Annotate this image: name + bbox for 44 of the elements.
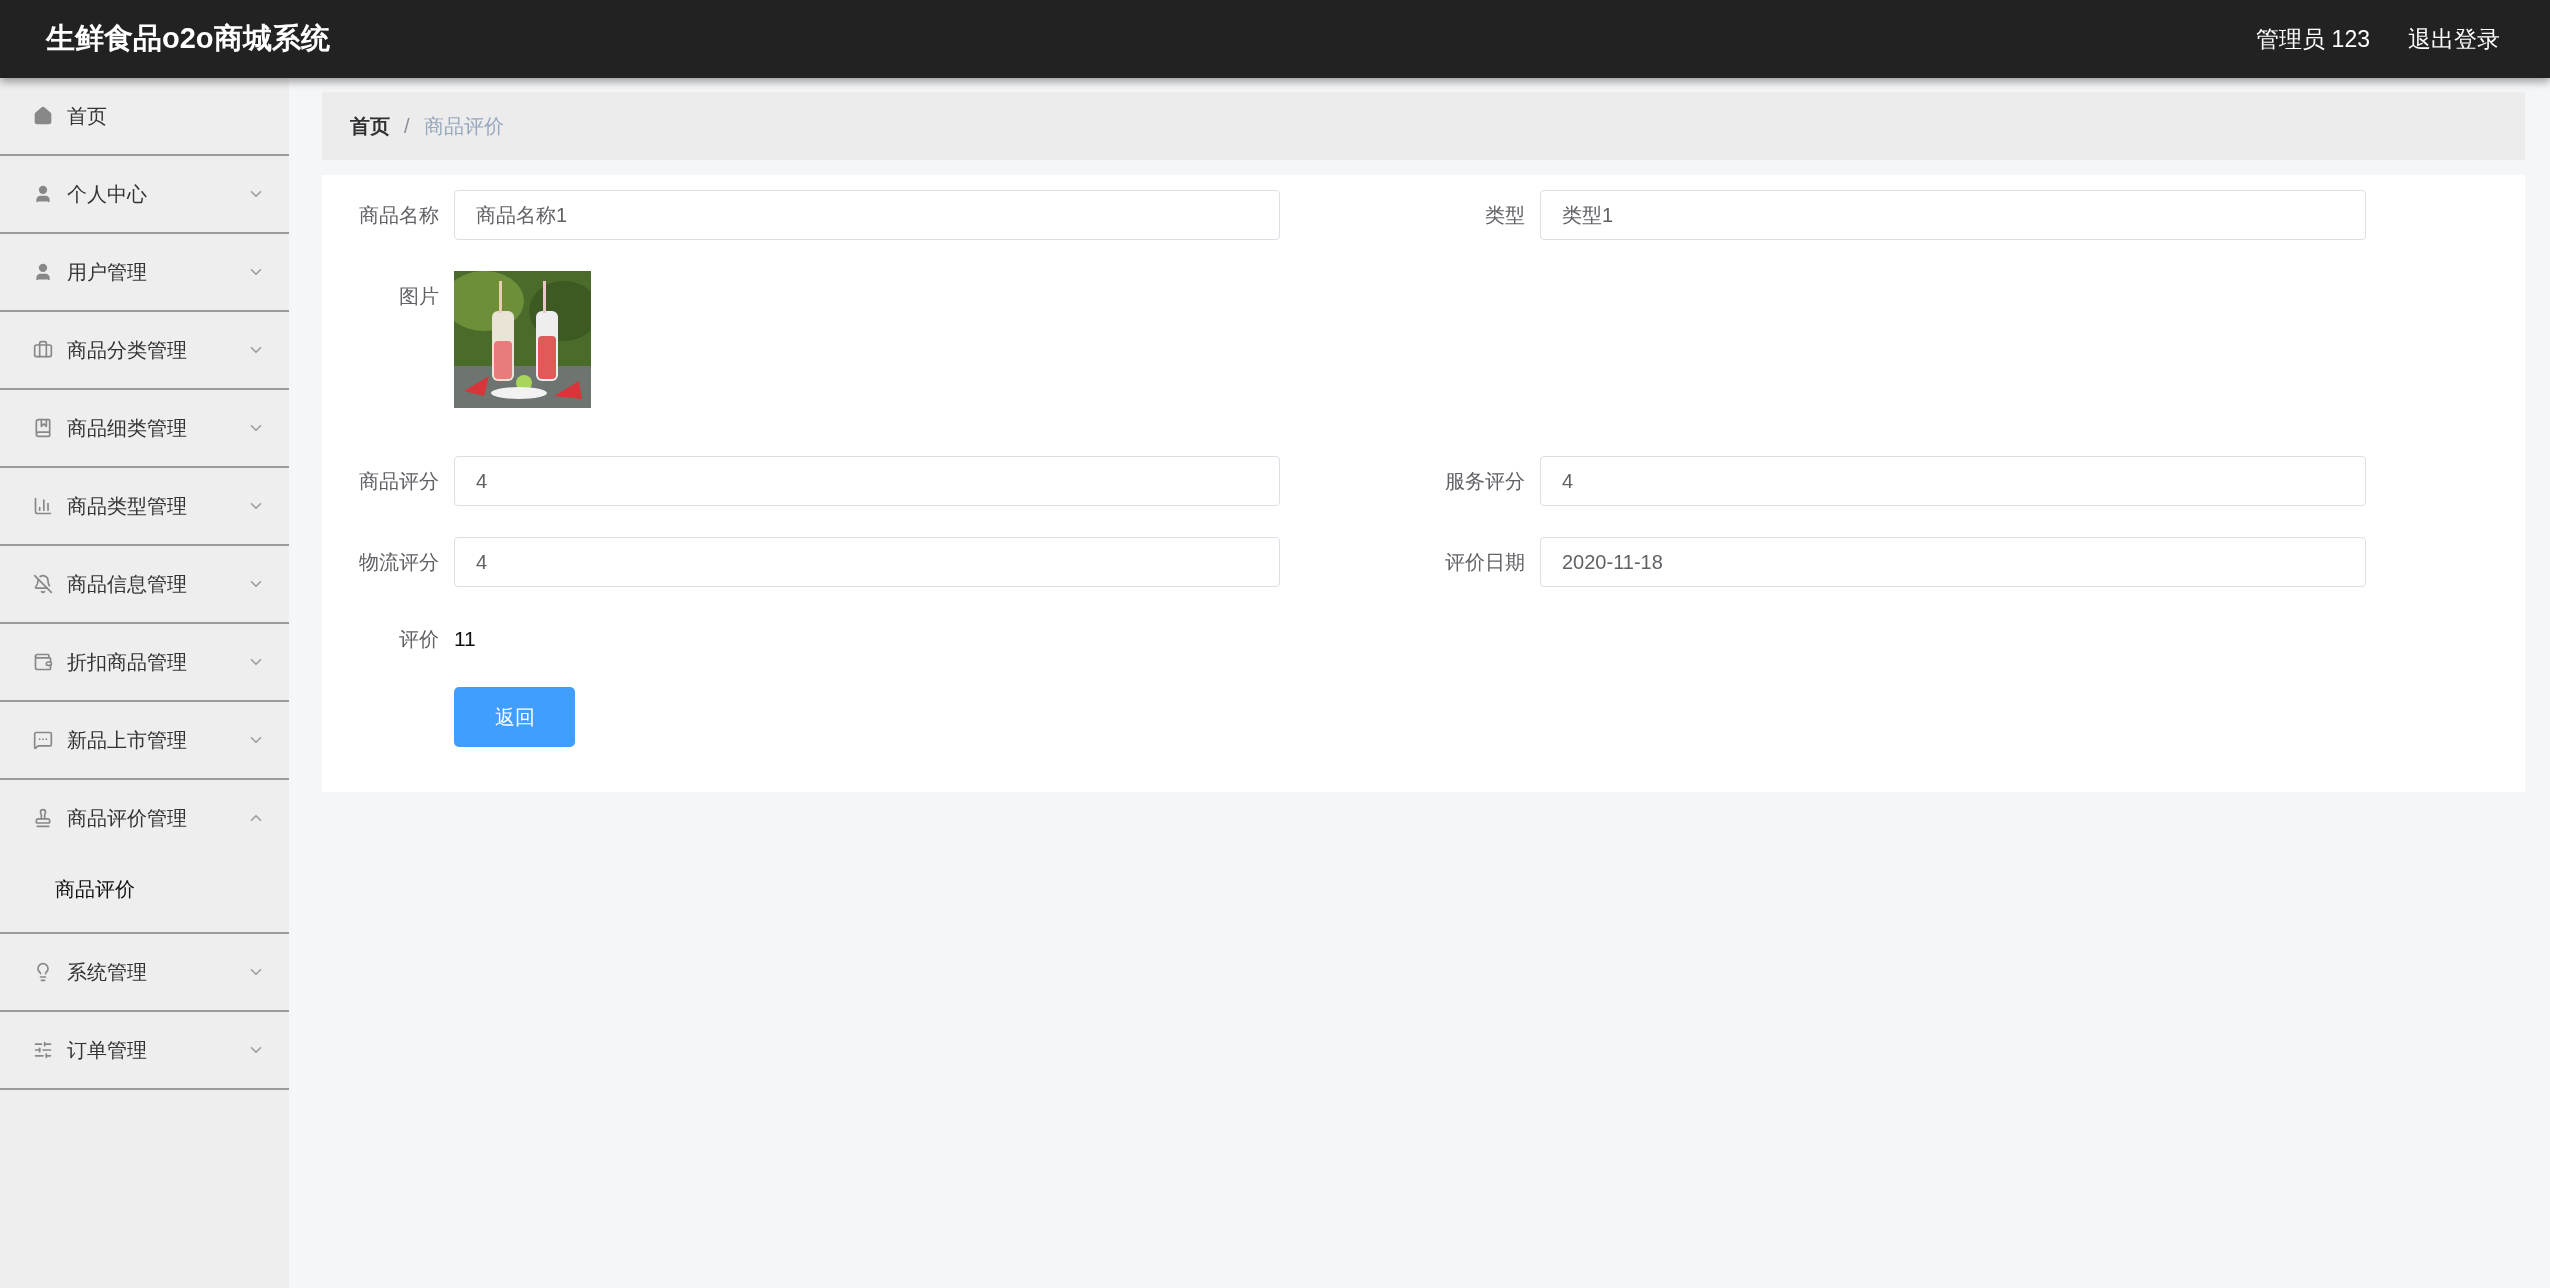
sliders-icon <box>33 1040 53 1060</box>
sidebar-item[interactable]: 商品评价管理 <box>0 780 289 856</box>
app-title: 生鲜食品o2o商城系统 <box>46 21 330 57</box>
breadcrumb-separator: / <box>404 114 410 139</box>
bell-off-icon <box>33 574 53 594</box>
field-label: 商品名称 <box>358 203 440 228</box>
user-name: 管理员 123 <box>2256 24 2370 54</box>
sidebar-item[interactable]: 商品信息管理 <box>0 546 289 622</box>
text-field[interactable]: 4 <box>454 537 1280 587</box>
breadcrumb-link[interactable]: 首页 <box>350 111 390 141</box>
sidebar-item[interactable]: 订单管理 <box>0 1012 289 1088</box>
field-label: 商品评分 <box>358 469 440 494</box>
chat-bubble-icon <box>33 730 53 750</box>
sidebar-item[interactable]: 用户管理 <box>0 234 289 310</box>
sidebar-subitem[interactable]: 商品评价 <box>0 856 289 922</box>
text-field[interactable]: 商品名称1 <box>454 190 1280 240</box>
field-label: 图片 <box>398 284 440 309</box>
text-field[interactable]: 2020-11-18 <box>1540 537 2366 587</box>
home-icon <box>33 106 53 126</box>
person-icon <box>33 184 53 204</box>
briefcase-icon <box>33 340 53 360</box>
field-label: 评价 <box>398 626 440 652</box>
person-icon <box>33 262 53 282</box>
book-icon <box>33 418 53 438</box>
bar-chart-icon <box>33 496 53 516</box>
text-field[interactable]: 4 <box>1540 456 2366 506</box>
stamp-icon <box>33 808 53 828</box>
text-field[interactable]: 4 <box>454 456 1280 506</box>
review-text: 11 <box>454 626 476 652</box>
sidebar-item[interactable]: 个人中心 <box>0 156 289 232</box>
field-label: 类型 <box>1484 203 1526 228</box>
sidebar-item[interactable]: 商品分类管理 <box>0 312 289 388</box>
sidebar-item[interactable]: 折扣商品管理 <box>0 624 289 700</box>
field-label: 服务评分 <box>1444 469 1526 494</box>
sidebar-item[interactable]: 新品上市管理 <box>0 702 289 778</box>
text-field[interactable]: 类型1 <box>1540 190 2366 240</box>
sidebar-item[interactable]: 系统管理 <box>0 934 289 1010</box>
logout-link[interactable]: 退出登录 <box>2408 21 2500 57</box>
sidebar-item[interactable]: 商品细类管理 <box>0 390 289 466</box>
wallet-icon <box>33 652 53 672</box>
field-label: 物流评分 <box>358 550 440 575</box>
sidebar-item[interactable]: 商品类型管理 <box>0 468 289 544</box>
field-label: 评价日期 <box>1444 550 1526 575</box>
sidebar-item[interactable]: 首页 <box>0 78 289 154</box>
